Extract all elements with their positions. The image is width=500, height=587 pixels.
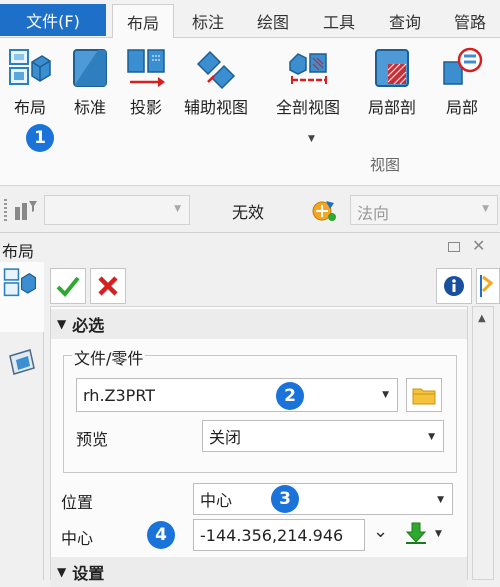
panel-content: ▼ 必选 文件/零件 rh.Z3PRT ▼ 2 预览 关闭 ▼ 位置 中心 ▼ … [50, 306, 468, 587]
center-input[interactable]: -144.356,214.946 [193, 519, 365, 551]
file-select[interactable]: rh.Z3PRT ▼ [76, 378, 398, 412]
tab-piping[interactable]: 管路 [440, 4, 500, 38]
full-section-dropdown-arrow[interactable]: ▼ [308, 134, 315, 144]
position-select-value: 中心 [200, 491, 233, 510]
detail-view-label: 局部 [445, 98, 478, 117]
full-section-icon [286, 46, 330, 90]
full-section-view-label: 全剖视图 [276, 98, 341, 117]
preview-select[interactable]: 关闭 ▼ [202, 420, 444, 452]
center-input-value: -144.356,214.946 [200, 525, 344, 545]
collapse-triangle-icon: ▼ [57, 565, 67, 579]
filter-combo[interactable]: ▼ [44, 195, 190, 225]
ribbon: 布局 标准 投影 辅助视图 全剖视图 ▼ 局部剖 局部 1 视图 [0, 38, 500, 186]
required-section-header[interactable]: ▼ 必选 [51, 309, 467, 339]
toolbar-grip[interactable] [4, 199, 7, 221]
standard-view-icon [68, 46, 112, 90]
tab-draw[interactable]: 绘图 [244, 4, 302, 38]
local-section-icon [370, 46, 414, 90]
auxiliary-view-icon [194, 46, 238, 90]
panel-title: 布局 [2, 242, 35, 261]
chevron-down-icon[interactable]: ▼ [435, 529, 442, 539]
green-down-arrow-icon [405, 522, 427, 544]
direction-value: 法向 [357, 204, 390, 223]
projection-label: 投影 [129, 98, 162, 117]
layout-button-label: 布局 [13, 98, 46, 117]
file-part-group: 文件/零件 rh.Z3PRT ▼ 2 预览 关闭 ▼ [63, 345, 457, 473]
cancel-x-icon [98, 276, 118, 296]
pin-panel-button[interactable] [476, 268, 500, 304]
step-badge-2: 2 [276, 382, 304, 410]
step-badge-4: 4 [147, 521, 175, 549]
close-icon[interactable]: ✕ [472, 236, 485, 255]
pick-point-button[interactable] [403, 521, 429, 551]
direction-tool-icon[interactable] [310, 197, 338, 227]
center-label: 中心 [61, 529, 94, 548]
layout-button[interactable]: 布局 [8, 46, 52, 118]
preview-select-value: 关闭 [209, 428, 242, 447]
tab-layout[interactable]: 布局 [112, 4, 174, 39]
info-button[interactable] [436, 268, 472, 304]
status-text: 无效 [232, 203, 265, 222]
layout-icon [8, 46, 52, 90]
projection-button[interactable]: 投影 [124, 46, 168, 118]
side-tab-view-icon[interactable] [6, 348, 38, 382]
filter-icon[interactable] [14, 199, 38, 225]
preview-label: 预览 [76, 430, 109, 449]
chevron-down-icon: ▼ [437, 495, 444, 505]
detail-view-icon [440, 46, 484, 90]
settings-section-title: 设置 [72, 564, 105, 583]
layout-panel: ▼ 必选 文件/零件 rh.Z3PRT ▼ 2 预览 关闭 ▼ 位置 中心 ▼ … [0, 262, 500, 587]
projection-icon [124, 46, 168, 90]
chevron-down-icon: ▼ [428, 432, 435, 442]
panel-titlebar: 布局 ✕ [0, 234, 500, 262]
standard-view-button[interactable]: 标准 [68, 46, 112, 118]
standard-view-label: 标准 [73, 98, 106, 117]
tab-annotate[interactable]: 标注 [178, 4, 238, 38]
view-group-label: 视图 [370, 156, 401, 174]
folder-icon [412, 388, 436, 405]
local-section-button[interactable]: 局部剖 [368, 46, 416, 118]
auxiliary-view-label: 辅助视图 [184, 98, 249, 117]
file-menu[interactable]: 文件(F) [0, 4, 106, 36]
chevron-down-icon: ▼ [482, 204, 489, 214]
direction-combo[interactable]: 法向 ▼ [350, 195, 498, 225]
file-select-value: rh.Z3PRT [83, 385, 156, 405]
collapse-triangle-icon: ▼ [57, 317, 67, 331]
filter-toolbar: ▼ 无效 法向 ▼ [0, 187, 500, 233]
menu-bar: 文件(F) 布局 标注 绘图 工具 查询 管路 [0, 0, 500, 39]
position-label: 位置 [61, 493, 94, 512]
browse-folder-button[interactable] [406, 378, 442, 412]
panel-side-tabs [0, 262, 44, 580]
pin-icon [480, 275, 494, 297]
position-select[interactable]: 中心 ▼ [193, 483, 453, 515]
required-section-title: 必选 [72, 316, 105, 335]
local-section-label: 局部剖 [368, 98, 417, 117]
panel-scrollbar[interactable]: ▲ [472, 306, 494, 580]
tab-tools[interactable]: 工具 [310, 4, 368, 38]
minimize-icon[interactable] [448, 242, 460, 252]
side-tab-layout[interactable] [0, 262, 44, 332]
step-badge-1: 1 [26, 124, 54, 152]
tab-query[interactable]: 查询 [376, 4, 434, 38]
auxiliary-view-button[interactable]: 辅助视图 [184, 46, 248, 118]
cancel-button[interactable] [90, 268, 126, 304]
chevron-down-icon: ▼ [174, 204, 181, 214]
confirm-button[interactable] [50, 268, 86, 304]
settings-section-header[interactable]: ▼ 设置 [51, 557, 467, 587]
checkmark-icon [56, 276, 80, 297]
detail-view-button[interactable]: 局部 [440, 46, 484, 118]
chevron-down-icon: ▼ [382, 390, 389, 400]
file-part-group-title: 文件/零件 [72, 345, 146, 369]
layout-icon [2, 266, 38, 304]
scroll-up-arrow-icon[interactable]: ▲ [478, 313, 486, 324]
info-icon [444, 276, 464, 296]
full-section-view-button[interactable]: 全剖视图 [276, 46, 340, 118]
step-badge-3: 3 [271, 485, 299, 513]
double-chevron-down-icon[interactable]: ⌄ [373, 521, 388, 542]
